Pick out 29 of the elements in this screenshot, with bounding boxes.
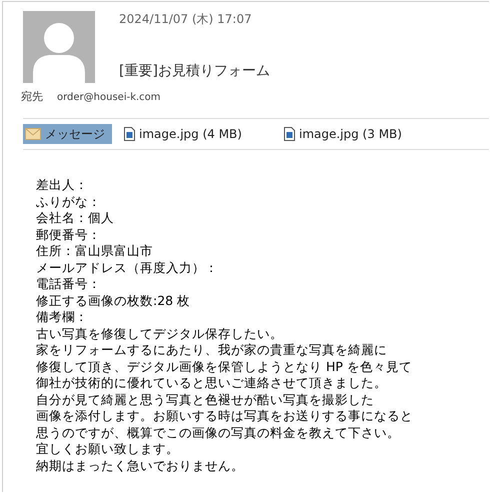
date-text: 2024/11/07 (木) 17:07 xyxy=(119,11,253,28)
body-line: 修復して頂き、デジタル画像を保管しようとなり HP を色々見て xyxy=(36,358,412,375)
body-line: 宜しくお願い致します。 xyxy=(36,441,179,458)
body-line: 画像を添付します。お願いする時は写真をお送りする事になると xyxy=(36,408,413,424)
body-line: 差出人： xyxy=(36,177,88,194)
subject-text: [重要]お見積りフォーム xyxy=(119,62,270,80)
attachment-tab[interactable]: image.jpg (4 MB) xyxy=(122,124,248,144)
body-line: 電話番号： xyxy=(36,276,101,292)
body-line: 修正する画像の枚数:28 枚 xyxy=(36,292,190,309)
body-line: 家をリフォームするにあたり、我が家の貴重な写真を綺麗に xyxy=(36,342,387,358)
body-line: 納期はまったく急いでおりません。 xyxy=(36,458,244,474)
image-file-icon xyxy=(124,127,135,141)
body-line: 御社が技術的に優れていると思いご連絡させて頂きました。 xyxy=(36,375,387,392)
recipient-address: order@housei-k.com xyxy=(57,92,161,103)
body-line: メールアドレス（再度入力）： xyxy=(36,260,218,276)
attachment-tab[interactable]: image.jpg (3 MB) xyxy=(282,124,408,144)
avatar-icon xyxy=(23,11,95,83)
body-line: 住所：富山県富山市 xyxy=(36,243,153,260)
body-line: 思うのですが、概算でこの画像の写真の料金を教えて下さい。 xyxy=(36,424,400,441)
body-line: 備考欄： xyxy=(36,309,88,326)
body-line: 郵便番号： xyxy=(36,226,101,243)
body-line: 自分が見て綺麗と思う写真と色褪せが酷い写真を撮影した xyxy=(36,392,374,408)
body-line: 会社名：個人 xyxy=(36,210,114,226)
body-line: ふりがな： xyxy=(36,194,101,210)
envelope-icon xyxy=(25,128,41,140)
message-tab[interactable]: メッセージ xyxy=(23,124,112,144)
recipient-label: 宛先 xyxy=(21,89,43,104)
image-file-icon xyxy=(284,127,295,141)
body-line: 古い写真を修復してデジタル保存したい。 xyxy=(36,326,283,342)
